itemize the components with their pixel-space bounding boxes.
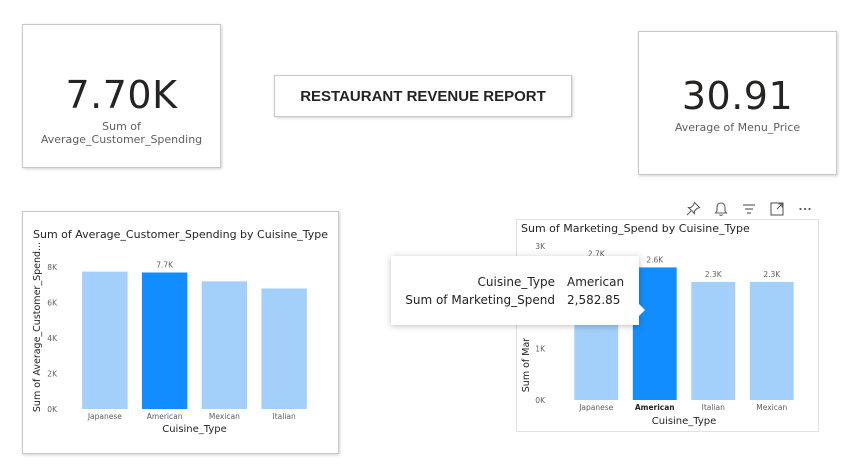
bar: [82, 271, 128, 409]
tooltip-row: Cuisine_Type American: [391, 275, 639, 293]
y-tick-label: 2K: [47, 370, 58, 379]
bar: [691, 281, 736, 400]
chart-tooltip: Cuisine_Type American Sum of Marketing_S…: [391, 256, 645, 325]
data-label: 2.3K: [763, 270, 781, 279]
tooltip-key: Sum of Marketing_Spend: [405, 293, 555, 307]
tooltip-value: 2,582.85: [567, 293, 621, 307]
tooltip-key: Cuisine_Type: [477, 275, 555, 289]
bar: [749, 281, 794, 400]
y-tick-label: 0K: [535, 396, 546, 405]
bar: [201, 281, 248, 409]
data-label: 2.6K: [646, 255, 664, 264]
bar: [632, 267, 677, 400]
y-tick-label: 1K: [535, 345, 546, 354]
y-tick-label: 6K: [47, 299, 58, 308]
tooltip-value: American: [567, 275, 625, 289]
y-axis-title: Sum of Average_Customer_Spend...: [32, 242, 43, 412]
data-label: 2.3K: [705, 270, 723, 279]
kpi-value: 30.91: [681, 74, 794, 118]
x-tick-label: American: [635, 403, 675, 412]
focus-mode-icon[interactable]: [768, 200, 786, 218]
y-tick-label: 4K: [47, 334, 58, 343]
y-tick-label: 0K: [47, 405, 58, 414]
filter-icon[interactable]: [740, 200, 758, 218]
bar-chart-plot: 0K 2K 4K 6K 8K Japanese American 7.7K Mexican Ita…: [32, 242, 307, 435]
data-label: 7.7K: [156, 261, 174, 270]
report-title: RESTAURANT REVENUE REPORT: [274, 75, 572, 117]
y-axis-title: Sum of Mar: [521, 338, 532, 393]
visual-header-toolbar: [684, 200, 814, 218]
kpi-card-customer-spending[interactable]: 7.70K Sum of Average_Customer_Spending: [22, 24, 221, 168]
bar-chart-plot: 0K1K2K3KJapanese2.7KAmerican2.6KItalian2…: [521, 242, 794, 427]
x-axis-title: Cuisine_Type: [162, 424, 227, 435]
x-tick-label: Mexican: [756, 403, 787, 412]
chart-customer-spending-by-cuisine[interactable]: Sum of Average_Customer_Spending by Cuis…: [22, 211, 339, 454]
x-tick-label: Italian: [272, 412, 296, 421]
chart-marketing-spend-by-cuisine[interactable]: Sum of Marketing_Spend by Cuisine_Type 0…: [516, 219, 819, 432]
bar: [261, 288, 307, 409]
kpi-value: 7.70K: [65, 73, 178, 117]
y-tick-label: 3K: [535, 242, 546, 251]
x-tick-label: Japanese: [578, 403, 613, 412]
x-axis-title: Cuisine_Type: [652, 416, 717, 427]
x-tick-label: Italian: [702, 403, 726, 412]
y-tick-label: 8K: [47, 263, 58, 272]
bar: [141, 272, 188, 409]
more-options-icon[interactable]: [796, 200, 814, 218]
x-tick-label: Japanese: [87, 412, 122, 421]
kpi-label: Average of Menu_Price: [674, 121, 801, 134]
tooltip-row: Sum of Marketing_Spend 2,582.85: [391, 293, 639, 311]
kpi-card-menu-price[interactable]: 30.91 Average of Menu_Price: [638, 31, 837, 175]
x-tick-label: American: [147, 412, 183, 421]
kpi-label: Sum of Average_Customer_Spending: [40, 120, 203, 146]
x-tick-label: Mexican: [209, 412, 240, 421]
tooltip-pointer: [638, 303, 645, 317]
bell-icon[interactable]: [712, 200, 730, 218]
pin-icon[interactable]: [684, 200, 702, 218]
